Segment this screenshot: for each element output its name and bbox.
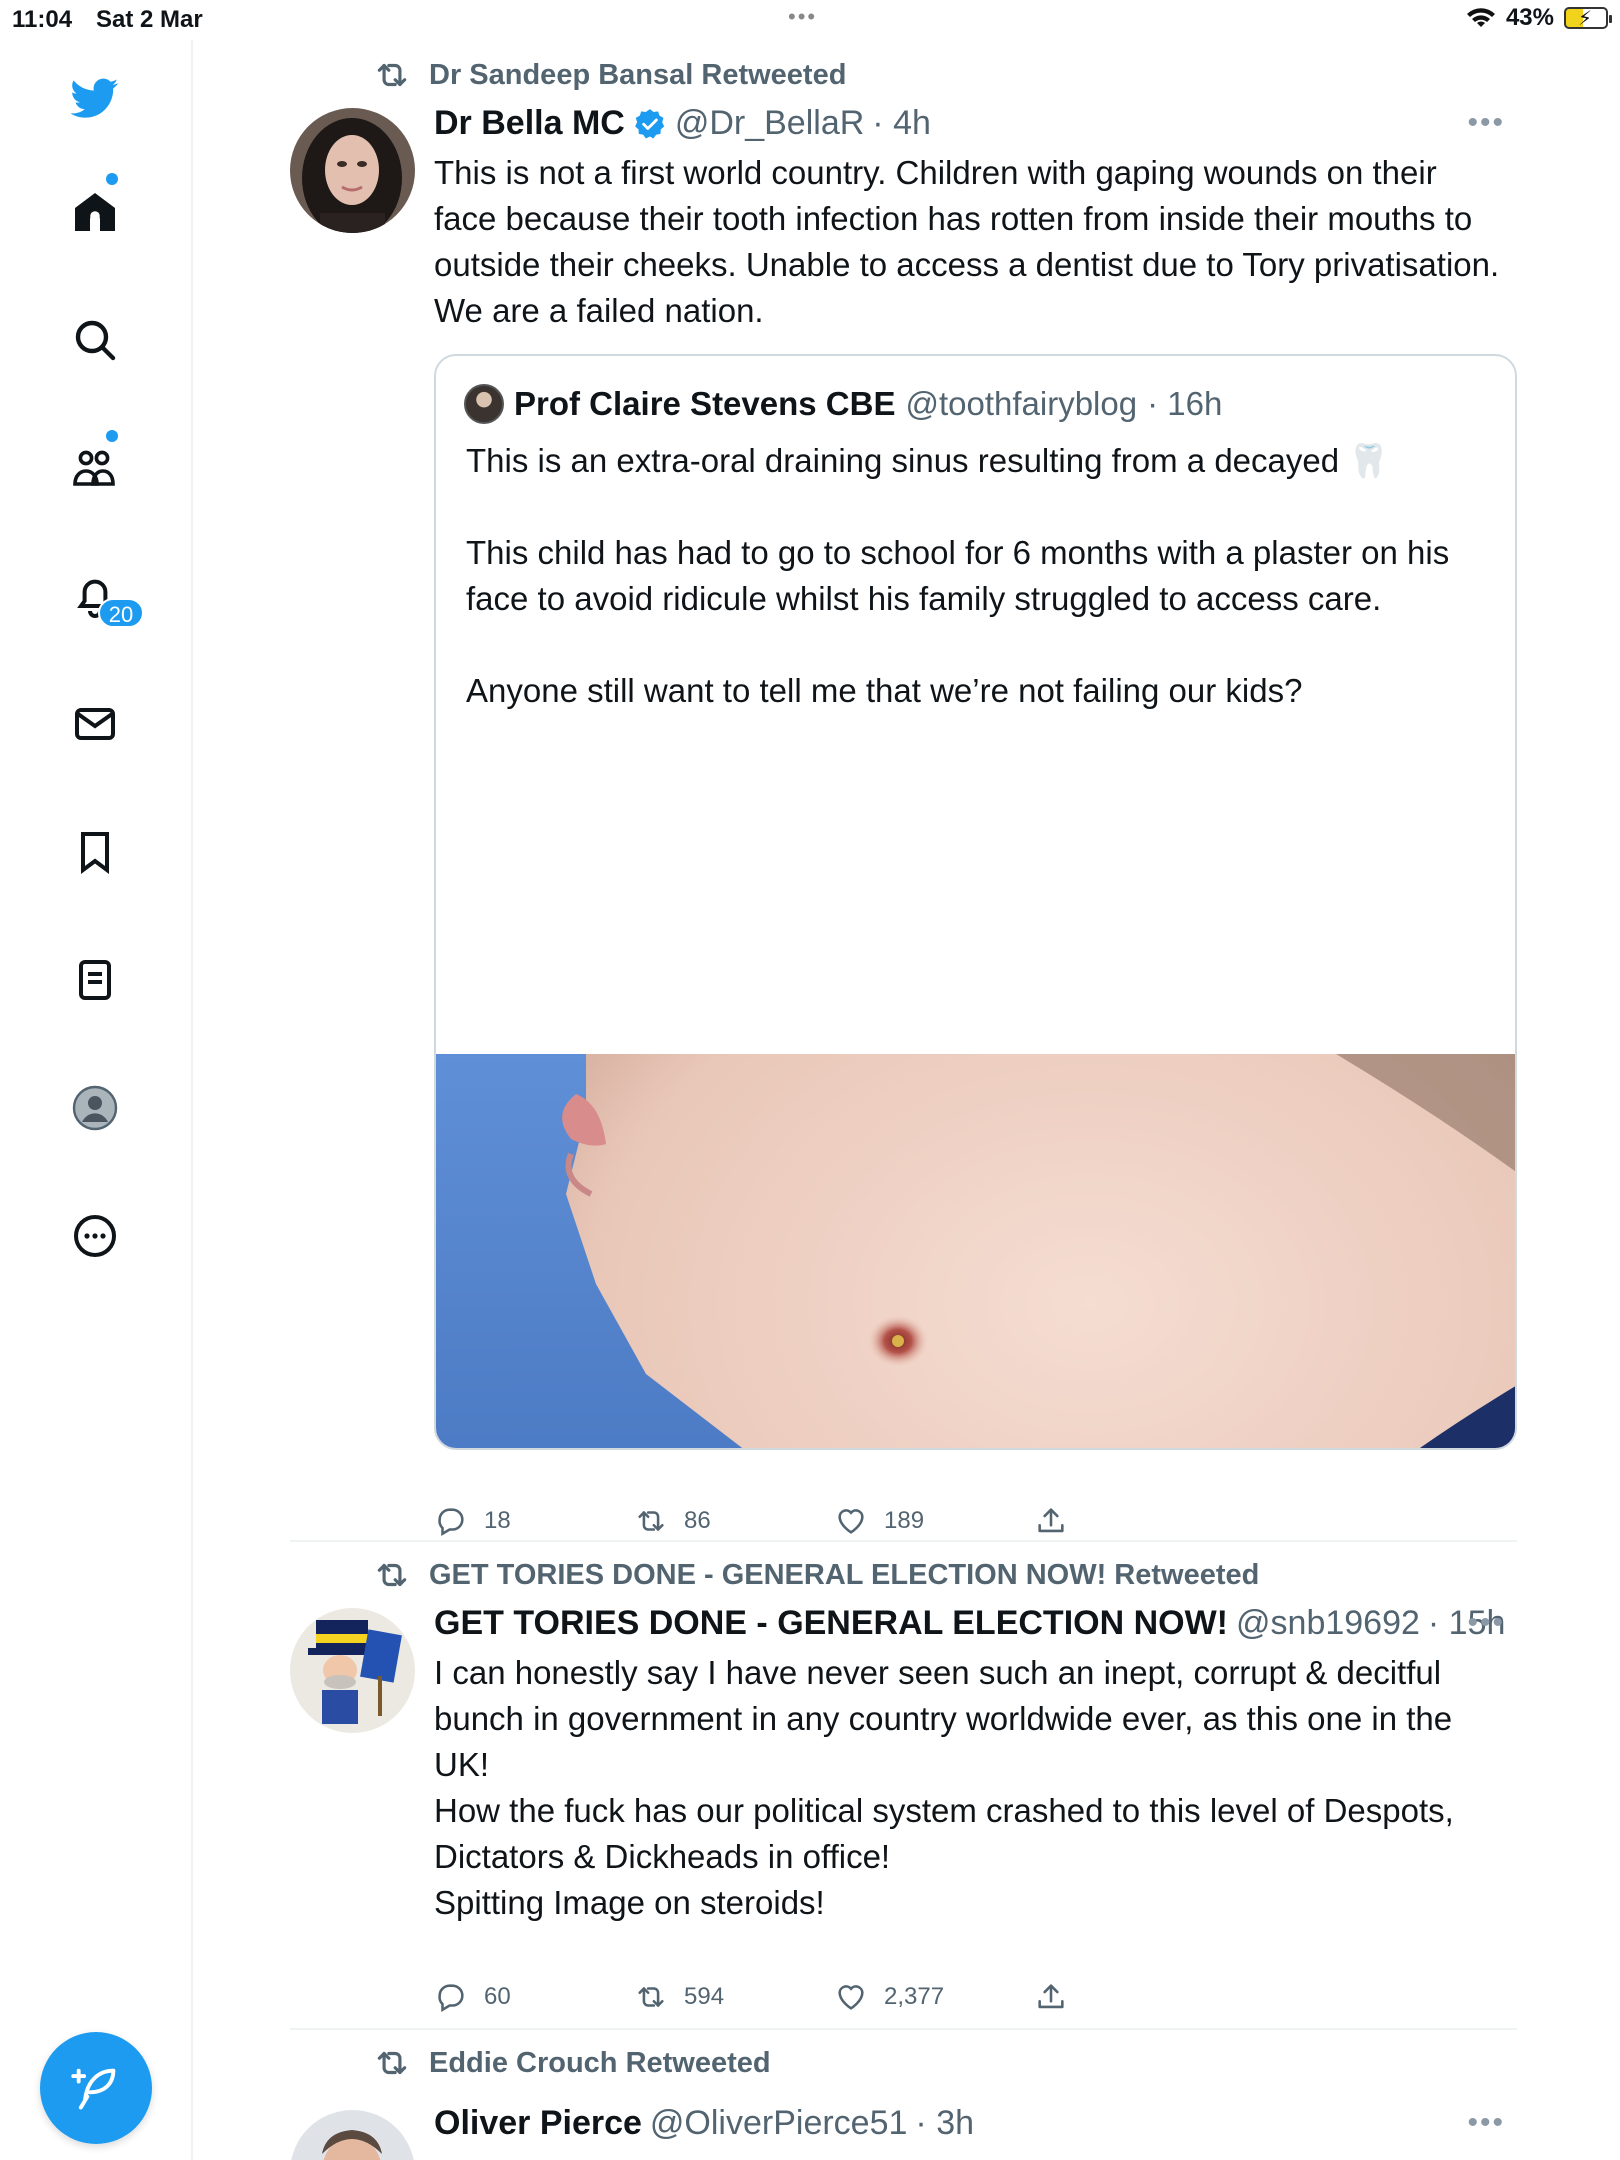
tweet-actions: 60 594 2,377	[434, 1980, 1234, 2014]
like-count: 2,377	[884, 1983, 945, 2010]
home-icon[interactable]	[65, 182, 125, 242]
author-name[interactable]: Dr Bella MC	[434, 104, 625, 143]
status-date: Sat 2 Mar	[96, 6, 203, 33]
quote-image[interactable]	[436, 1054, 1515, 1448]
tweet-divider	[290, 1540, 1517, 1542]
avatar[interactable]	[290, 108, 415, 233]
timeline: Dr Sandeep Bansal Retweeted Dr Bella MC …	[193, 40, 1620, 2160]
reply-button[interactable]: 60	[434, 1980, 634, 2014]
battery-icon: ⚡	[1564, 7, 1612, 30]
retweet-count: 594	[684, 1983, 725, 2010]
multitasking-dots-icon[interactable]: •••	[788, 4, 817, 30]
retweet-button[interactable]: 594	[634, 1980, 834, 2014]
tweet-more-options-icon[interactable]: •••	[1467, 2106, 1505, 2140]
quote-time: · 16h	[1147, 385, 1223, 422]
quoted-tweet[interactable]: Prof Claire Stevens CBE @toothfairyblog …	[434, 354, 1517, 1450]
reply-count: 18	[484, 1507, 511, 1534]
like-button[interactable]: 189	[834, 1504, 1034, 1538]
retweeted-by-label[interactable]: Eddie Crouch Retweeted	[429, 2047, 771, 2080]
communities-icon[interactable]	[65, 438, 125, 498]
retweet-context: Dr Sandeep Bansal Retweeted	[373, 56, 846, 94]
tweet-text: I can honestly say I have never seen suc…	[434, 1654, 1454, 1921]
tweet-divider	[290, 2028, 1517, 2030]
share-button[interactable]	[1034, 1980, 1234, 2014]
retweet-button[interactable]: 86	[634, 1504, 834, 1538]
share-button[interactable]	[1034, 1504, 1234, 1538]
lists-icon[interactable]	[65, 950, 125, 1010]
status-time: 11:04	[12, 6, 73, 33]
author-handle[interactable]: @snb19692	[1236, 1604, 1420, 1643]
quote-avatar	[464, 384, 504, 424]
messages-icon[interactable]	[65, 694, 125, 754]
avatar[interactable]	[290, 2110, 415, 2160]
author-handle[interactable]: @Dr_BellaR	[675, 104, 864, 143]
retweet-icon	[377, 2051, 407, 2075]
compose-icon	[71, 2068, 116, 2110]
tweet-header: Dr Bella MC @Dr_BellaR · 4h	[434, 104, 931, 143]
quote-author-name: Prof Claire Stevens CBE	[514, 385, 896, 422]
share-icon	[1038, 1508, 1064, 1533]
heart-icon	[838, 1985, 864, 2010]
author-name[interactable]: GET TORIES DONE - GENERAL ELECTION NOW!	[434, 1604, 1228, 1643]
retweeted-by-label[interactable]: Dr Sandeep Bansal Retweeted	[429, 59, 846, 92]
notifications-count-badge: 20	[98, 598, 144, 628]
quote-author-handle: @toothfairyblog	[905, 385, 1138, 422]
communities-notification-dot	[106, 430, 118, 442]
share-icon	[1038, 1984, 1064, 2009]
home-notification-dot	[106, 173, 118, 185]
reply-icon	[438, 1508, 464, 1537]
search-icon[interactable]	[65, 310, 125, 370]
compose-tweet-button[interactable]	[40, 2032, 152, 2144]
avatar[interactable]	[290, 1608, 415, 1733]
verified-badge-icon	[634, 108, 664, 138]
tweet-time[interactable]: · 4h	[872, 104, 931, 143]
reply-icon	[438, 1984, 464, 2013]
sidebar-nav: 20	[0, 40, 193, 2160]
retweet-icon	[638, 1987, 664, 2007]
author-handle[interactable]: @OliverPierce51	[650, 2104, 908, 2143]
tweet-text: This is not a first world country. Child…	[434, 154, 1500, 329]
twitter-bird-icon[interactable]	[65, 68, 125, 128]
tweet-header: Oliver Pierce @OliverPierce51 · 3h	[434, 2104, 974, 2143]
like-button[interactable]: 2,377	[834, 1980, 1034, 2014]
wifi-icon	[1466, 8, 1495, 27]
heart-icon	[838, 1509, 864, 1534]
reply-button[interactable]: 18	[434, 1504, 634, 1538]
tweet-more-options-icon[interactable]: •••	[1467, 1606, 1505, 1640]
like-count: 189	[884, 1507, 925, 1534]
retweet-context: Eddie Crouch Retweeted	[373, 2044, 771, 2082]
profile-icon[interactable]	[65, 1078, 125, 1138]
retweet-icon	[377, 63, 407, 87]
reply-count: 60	[484, 1983, 511, 2010]
status-bar: 11:04 Sat 2 Mar ••• 43% ⚡	[0, 0, 1620, 40]
bookmarks-icon[interactable]	[65, 822, 125, 882]
retweet-context: GET TORIES DONE - GENERAL ELECTION NOW! …	[373, 1556, 1259, 1594]
retweeted-by-label[interactable]: GET TORIES DONE - GENERAL ELECTION NOW! …	[429, 1559, 1259, 1592]
tweet-more-options-icon[interactable]: •••	[1467, 106, 1505, 140]
tweet-actions: 18 86 189	[434, 1504, 1234, 1538]
retweet-icon	[377, 1563, 407, 1587]
quote-header: Prof Claire Stevens CBE @toothfairyblog …	[464, 384, 1222, 424]
retweet-icon	[638, 1511, 664, 1531]
battery-percent: 43%	[1505, 4, 1554, 31]
retweet-count: 86	[684, 1507, 711, 1534]
more-icon[interactable]	[65, 1206, 125, 1266]
tweet-header: GET TORIES DONE - GENERAL ELECTION NOW! …	[434, 1604, 1505, 1643]
tweet-time[interactable]: · 3h	[915, 2104, 974, 2143]
quote-text: This is an extra-oral draining sinus res…	[466, 442, 1450, 709]
author-name[interactable]: Oliver Pierce	[434, 2104, 642, 2143]
